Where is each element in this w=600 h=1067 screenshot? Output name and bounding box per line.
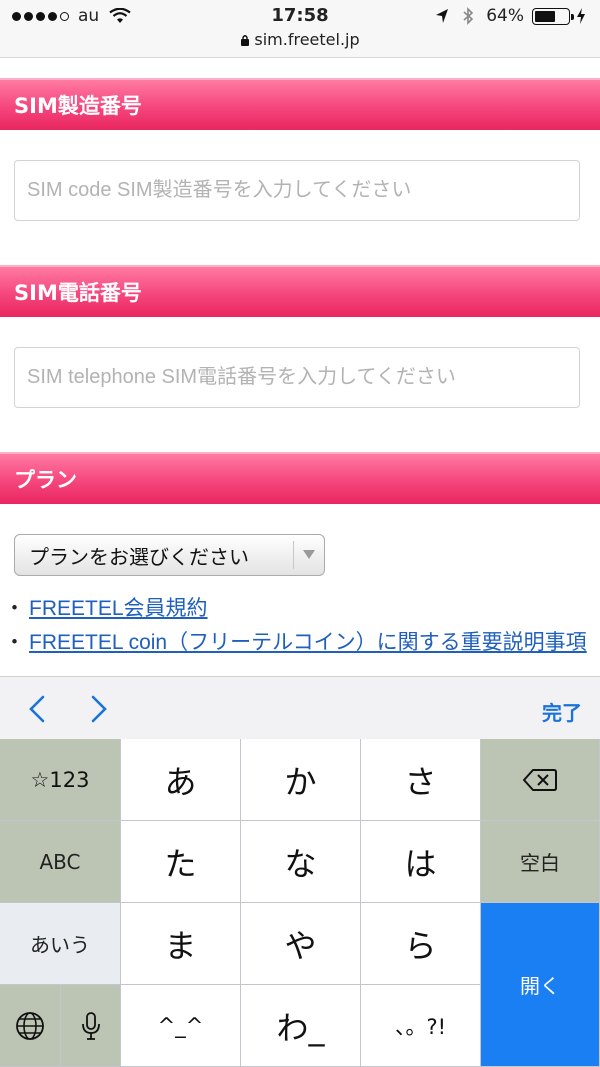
member-terms-link[interactable]: FREETEL会員規約 [29,597,208,620]
key-label: や [284,926,317,965]
location-arrow-icon [436,9,449,23]
delete-key[interactable] [481,739,600,821]
plan-select[interactable]: プランをお選びください [14,534,325,576]
key-label: た [164,844,197,883]
charging-bolt-icon [577,8,585,24]
battery-icon [532,7,574,25]
battery-nub [571,13,574,20]
lock-icon [241,35,250,46]
symbols-key[interactable]: ☆123 [0,739,121,821]
key-label: さ [404,762,437,801]
key-label: あ [164,762,197,801]
previous-field-icon[interactable] [26,695,50,723]
section-title: SIM製造番号 [14,94,142,118]
bluetooth-icon [463,7,474,25]
section-header-sim-code: SIM製造番号 [0,78,600,130]
open-return-button[interactable]: 開く [481,903,600,1067]
bullet: ・ [4,597,25,620]
kaomoji-key[interactable]: ^_^ [121,985,241,1067]
delete-backward-icon [523,768,557,791]
kana-key-a[interactable]: あ [121,739,241,821]
terms-links: ・ FREETEL会員規約 ・ FREETEL coin（フリーテルコイン）に関する… [0,592,600,660]
section-header-plan: プラン [0,452,600,504]
space-key[interactable]: 空白 [481,821,600,903]
dictation-key[interactable] [61,985,121,1067]
sim-code-input[interactable] [14,160,580,221]
key-label: 、。?! [394,1014,447,1039]
list-item: ・ FREETEL coin（フリーテルコイン）に関する重要説明事項 [0,626,600,660]
kana-key-na[interactable]: な [241,821,361,903]
kana-key-wa[interactable]: わ_ [241,985,361,1067]
key-label: ☆123 [30,767,90,792]
battery-percent: 64% [486,6,524,26]
key-label: ABC [39,849,81,874]
key-label: ^_^ [157,1013,204,1038]
globe-icon [16,1011,44,1040]
kana-key-ta[interactable]: た [121,821,241,903]
key-label: か [284,762,317,801]
done-button[interactable]: 完了 [542,697,582,726]
key-label: ま [164,926,197,965]
battery-level [535,10,556,22]
kana-mode-key[interactable]: あいう [0,903,121,985]
kana-key-ha[interactable]: は [361,821,481,903]
url-text: sim.freetel.jp [254,30,360,49]
keyboard-accessory-bar: 完了 [0,676,600,739]
section-header-sim-phone: SIM電話番号 [0,265,600,317]
section-title: SIM電話番号 [14,281,142,305]
next-field-icon[interactable] [86,695,110,723]
microphone-icon [81,1011,100,1040]
status-right: 64% [434,6,586,26]
address-bar[interactable]: sim.freetel.jp [0,30,600,49]
sim-phone-input[interactable] [14,347,580,408]
bullet: ・ [4,631,25,654]
kana-key-ra[interactable]: ら [361,903,481,985]
japanese-kana-keyboard: ☆123 あ か さ ABC た な は 空白 あいう ま や ら 開く ^_^… [0,739,600,1067]
abc-key[interactable]: ABC [0,821,121,903]
coin-terms-link[interactable]: FREETEL coin（フリーテルコイン）に関する重要説明事項 [29,631,587,654]
key-label: わ_ [276,1008,325,1047]
select-divider [293,541,294,569]
key-label: 空白 [520,851,560,875]
chevron-down-icon [303,550,315,559]
key-label: 開く [520,974,560,998]
globe-key[interactable] [0,985,61,1067]
kana-key-ma[interactable]: ま [121,903,241,985]
key-label: は [404,844,437,883]
kana-key-ka[interactable]: か [241,739,361,821]
section-title: プラン [14,468,77,492]
key-label: あいう [30,933,90,957]
plan-select-value: プランをお選びください [29,544,249,569]
key-label: な [284,844,317,883]
key-label: ら [404,926,437,965]
kana-key-ya[interactable]: や [241,903,361,985]
punctuation-key[interactable]: 、。?! [361,985,481,1067]
list-item: ・ FREETEL会員規約 [0,592,600,626]
kana-key-sa[interactable]: さ [361,739,481,821]
status-bar: au 17:58 64% sim.freetel.jp [0,0,600,58]
